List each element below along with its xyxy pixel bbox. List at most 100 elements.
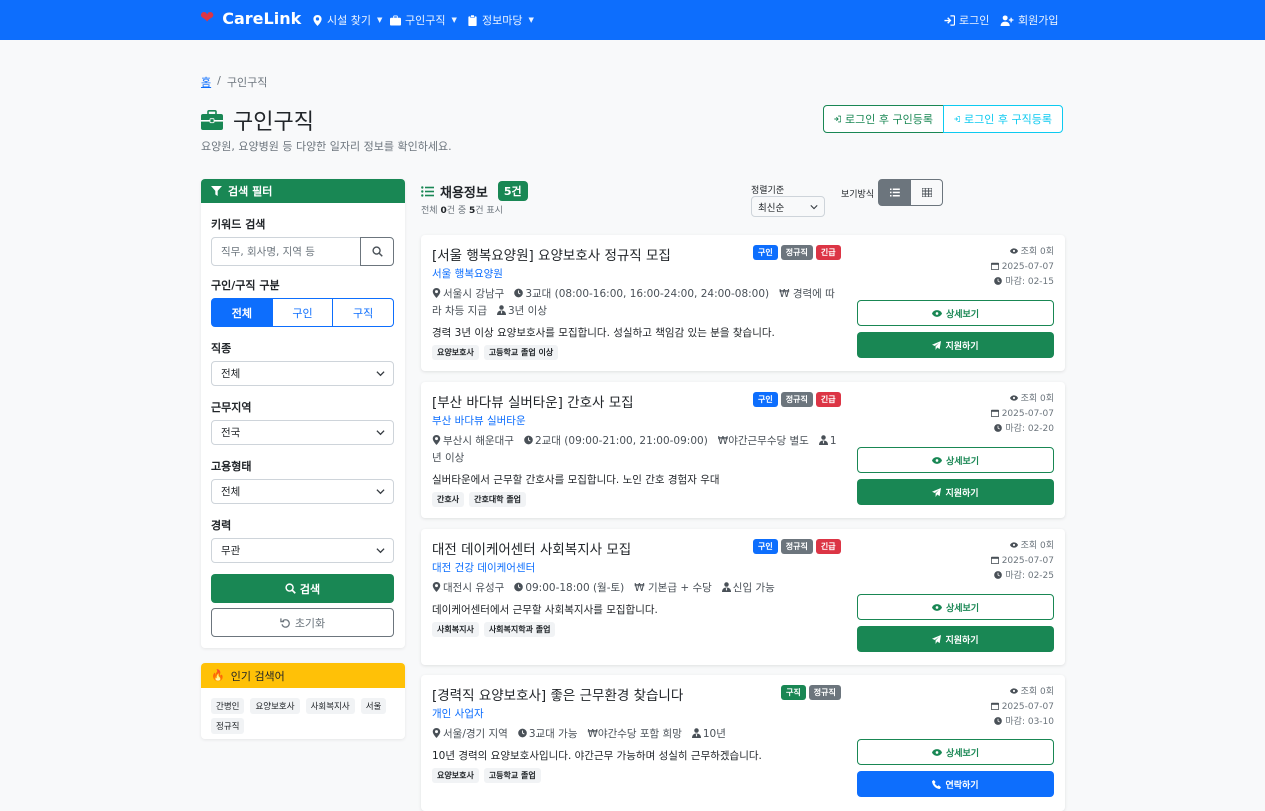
briefcase-icon <box>201 110 223 130</box>
apply-button[interactable]: 지원하기 <box>857 479 1054 505</box>
type-option-hiring[interactable]: 구인 <box>271 298 334 327</box>
popular-tag[interactable]: 요양보호사 <box>250 698 300 714</box>
job-category-select[interactable]: 전체 <box>211 361 394 386</box>
clock-icon <box>994 277 1003 285</box>
login-job-post-button[interactable]: 로그인 후 구인등록 <box>823 105 944 133</box>
page-subtitle: 요양원, 요양병원 등 다양한 일자리 정보를 확인하세요. <box>201 140 452 153</box>
brand-logo[interactable]: ❤ CareLink <box>200 9 301 28</box>
breadcrumb: 홈 / 구인구직 <box>201 74 267 90</box>
hiring-badge: 구인 <box>753 539 778 554</box>
list-title-text: 채용정보 <box>440 185 488 201</box>
job-meta: 대전시 유성구 09:00-18:00 (월-토) ₩ 기본급 + 수당 신입 가능 <box>432 580 842 597</box>
undo-icon <box>280 618 290 628</box>
job-schedule: 3교대 가능 <box>528 728 578 740</box>
summary-prefix: 전체 <box>421 206 438 216</box>
view-detail-button[interactable]: 상세보기 <box>857 739 1054 765</box>
fulltime-badge: 정규직 <box>808 685 841 700</box>
list-title: 채용정보 5건 <box>421 181 528 201</box>
nav-facility-dropdown[interactable]: 시설 찾기 ▼ <box>312 12 382 28</box>
breadcrumb-home-link[interactable]: 홈 <box>201 74 211 90</box>
popular-tag[interactable]: 정규직 <box>211 718 245 734</box>
caret-down-icon: ▼ <box>528 16 534 24</box>
view-mode-toggle <box>878 179 943 206</box>
nav-jobs-label: 구인구직 <box>405 14 446 27</box>
eye-icon <box>931 456 942 464</box>
keyword-search-button[interactable] <box>360 237 394 266</box>
keyword-label: 키워드 검색 <box>211 218 266 231</box>
grid-view-button[interactable] <box>910 179 943 206</box>
map-pin-icon <box>432 288 441 298</box>
map-pin-icon <box>432 435 441 445</box>
job-meta: 서울시 강남구 3교대 (08:00-16:00, 16:00-24:00, 24… <box>432 286 842 320</box>
job-description: 경력 3년 이상 요양보호사를 모집합니다. 성실하고 책임감 있는 분을 찾습… <box>432 327 775 339</box>
popular-tag[interactable]: 서울 <box>360 698 387 714</box>
view-mode-label: 보기방식 <box>841 190 875 200</box>
job-card[interactable]: [서울 행복요양원] 요양보호사 정규직 모집 구인 정규직 긴급 서울 행복요… <box>421 235 1065 371</box>
breadcrumb-separator: / <box>217 74 221 87</box>
type-option-all[interactable]: 전체 <box>211 298 273 327</box>
calendar-icon <box>990 702 999 710</box>
view-detail-button[interactable]: 상세보기 <box>857 300 1054 326</box>
list-view-button[interactable] <box>878 179 911 206</box>
popular-tags: 간병인 요양보호사 사회복지사 서울 정규직 <box>211 698 397 734</box>
nav-info-dropdown[interactable]: 정보마당 ▼ <box>467 12 534 28</box>
hiring-badge: 구인 <box>753 392 778 407</box>
job-badges: 구인 정규직 긴급 <box>753 245 841 260</box>
eye-icon <box>1009 688 1018 694</box>
sort-select[interactable]: 최신순 <box>751 196 825 217</box>
career-select[interactable]: 무관 <box>211 538 394 563</box>
job-card[interactable]: [경력직 요양보호사] 좋은 근무환경 찾습니다 구직 정규직 개인 사업자 서… <box>421 675 1065 811</box>
company-name[interactable]: 서울 행복요양원 <box>432 266 503 281</box>
apply-button[interactable]: 지원하기 <box>857 626 1054 652</box>
clock-icon <box>994 717 1003 725</box>
paper-plane-icon <box>932 340 942 350</box>
job-title[interactable]: [경력직 요양보호사] 좋은 근무환경 찾습니다 <box>432 684 683 704</box>
nav-login-link[interactable]: 로그인 <box>944 12 989 28</box>
nav-signup-link[interactable]: 회원가입 <box>1000 12 1058 28</box>
job-title[interactable]: [서울 행복요양원] 요양보호사 정규직 모집 <box>432 244 671 264</box>
list-icon <box>421 185 434 197</box>
apply-button[interactable]: 지원하기 <box>857 332 1054 358</box>
job-location: 부산시 해운대구 <box>443 435 514 447</box>
view-detail-label: 상세보기 <box>945 309 980 320</box>
job-meta: 서울/경기 지역 3교대 가능 ₩야간수당 포함 희망 10년 <box>432 726 842 743</box>
job-card[interactable]: 대전 데이케어센터 사회복지사 모집 구인 정규직 긴급 대전 건강 데이케어센… <box>421 529 1065 665</box>
job-deadline: 마감: 03-10 <box>1005 717 1054 727</box>
job-pay: 야간근무수당 별도 <box>728 435 809 447</box>
job-tags: 간호사 간호대학 졸업 <box>432 492 527 507</box>
login-seek-post-button[interactable]: 로그인 후 구직등록 <box>943 105 1063 133</box>
urgent-badge: 긴급 <box>815 539 841 554</box>
job-card[interactable]: [부산 바다뷰 실버타운] 간호사 모집 구인 정규직 긴급 부산 바다뷰 실버… <box>421 382 1065 518</box>
clock-icon <box>994 424 1003 432</box>
keyword-search-input[interactable]: 직무, 회사명, 지역 등 <box>211 237 361 266</box>
result-summary: 전체 0건 중 5건 표시 <box>421 203 503 216</box>
view-detail-label: 상세보기 <box>945 456 980 467</box>
job-career: 신입 가능 <box>732 582 775 594</box>
job-title[interactable]: [부산 바다뷰 실버타운] 간호사 모집 <box>432 391 634 411</box>
job-stats: 조회 0회 2025-07-07 마감: 03-10 <box>990 685 1054 730</box>
top-navbar: ❤ CareLink 시설 찾기 ▼ 구인구직 ▼ 정보마당 ▼ 로그인 회원가입 <box>0 0 1265 40</box>
job-tags: 사회복지사 사회복지학과 졸업 <box>432 622 556 637</box>
popular-tag[interactable]: 사회복지사 <box>305 698 355 714</box>
employment-type-select[interactable]: 전체 <box>211 479 394 504</box>
nav-jobs-dropdown[interactable]: 구인구직 ▼ <box>390 12 457 28</box>
job-title[interactable]: 대전 데이케어센터 사회복지사 모집 <box>432 538 631 558</box>
filter-reset-button[interactable]: 초기화 <box>211 608 394 637</box>
company-name[interactable]: 개인 사업자 <box>432 706 484 721</box>
type-option-seeking[interactable]: 구직 <box>332 298 395 327</box>
type-label: 구인/구직 구분 <box>211 279 280 292</box>
view-detail-button[interactable]: 상세보기 <box>857 447 1054 473</box>
job-tags: 요양보호사 고등학교 졸업 이상 <box>432 345 559 360</box>
popular-tag[interactable]: 간병인 <box>211 698 245 714</box>
company-name[interactable]: 부산 바다뷰 실버타운 <box>432 413 526 428</box>
job-schedule: 2교대 (09:00-21:00, 21:00-09:00) <box>534 435 708 447</box>
filter-search-button[interactable]: 검색 <box>211 574 394 603</box>
region-label: 근무지역 <box>211 401 252 414</box>
region-value: 전국 <box>221 427 241 439</box>
view-detail-button[interactable]: 상세보기 <box>857 594 1054 620</box>
chevron-down-icon <box>376 548 385 554</box>
contact-button[interactable]: 연락하기 <box>857 771 1054 797</box>
company-name[interactable]: 대전 건강 데이케어센터 <box>432 560 535 575</box>
region-select[interactable]: 전국 <box>211 420 394 445</box>
job-date: 2025-07-07 <box>1001 409 1054 419</box>
